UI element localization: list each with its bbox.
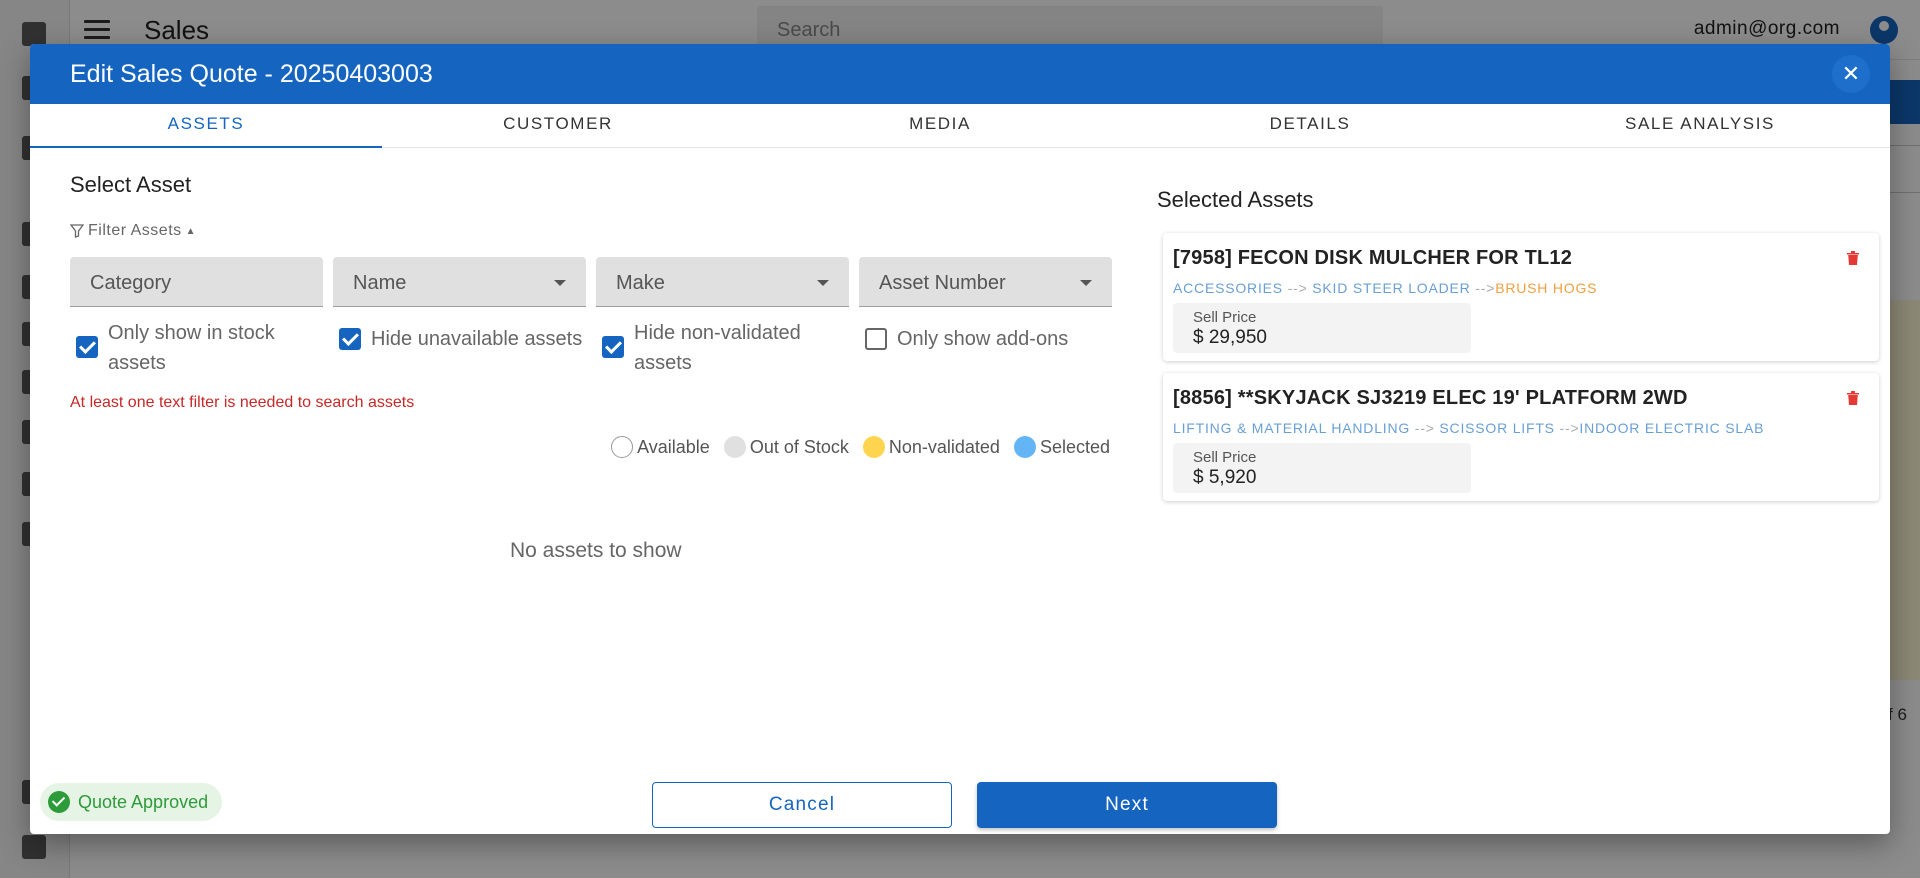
tab-assets[interactable]: ASSETS — [30, 104, 382, 148]
tab-media[interactable]: MEDIA — [770, 104, 1110, 148]
crumb: ACCESSORIES — [1173, 280, 1283, 296]
crumb: SCISSOR LIFTS — [1439, 420, 1555, 436]
selected-asset-card[interactable]: [8856] **SKYJACK SJ3219 ELEC 19' PLATFOR… — [1163, 373, 1879, 501]
checkbox-checked-icon[interactable] — [339, 328, 361, 350]
checkbox-label: Hide non-validated assets — [634, 322, 801, 374]
asset-category-breadcrumb: ACCESSORIES --> SKID STEER LOADER -->BRU… — [1173, 280, 1597, 296]
asset-category-breadcrumb: LIFTING & MATERIAL HANDLING --> SCISSOR … — [1173, 420, 1764, 436]
chevron-down-icon — [554, 280, 566, 286]
filter-assets-label: Filter Assets — [88, 222, 182, 239]
selected-dot-icon — [1013, 436, 1036, 458]
sell-price-label: Sell Price — [1193, 449, 1257, 466]
dialog-header: Edit Sales Quote - 20250403003 ✕ — [30, 44, 1890, 104]
selected-asset-card[interactable]: [7958] FECON DISK MULCHER FOR TL12 ACCES… — [1163, 233, 1879, 361]
name-select[interactable]: Name — [333, 257, 586, 307]
selected-assets-heading: Selected Assets — [1157, 187, 1314, 212]
category-label: Category — [90, 272, 172, 294]
make-label: Make — [616, 272, 665, 294]
filter-icon — [70, 224, 84, 238]
delete-icon[interactable] — [1847, 251, 1859, 265]
available-dot-icon — [611, 436, 634, 458]
non-validated-dot-icon — [862, 436, 885, 458]
legend-label: Available — [637, 436, 710, 457]
out-of-stock-dot-icon — [723, 436, 746, 458]
crumb-separator: --> — [1287, 280, 1308, 296]
tab-customer[interactable]: CUSTOMER — [382, 104, 734, 148]
edit-sales-quote-dialog: Edit Sales Quote - 20250403003 ✕ ASSETS … — [30, 44, 1890, 834]
checkbox-unchecked-icon[interactable] — [865, 328, 887, 350]
asset-title: [7958] FECON DISK MULCHER FOR TL12 — [1173, 247, 1573, 269]
name-label: Name — [353, 272, 407, 294]
tab-bar: ASSETS CUSTOMER MEDIA DETAILS SALE ANALY… — [30, 104, 1890, 148]
tab-sale-analysis[interactable]: SALE ANALYSIS — [1530, 104, 1870, 148]
next-button[interactable]: Next — [977, 782, 1277, 828]
asset-status-legend: Available Out of Stock Non-validated Sel… — [611, 436, 1110, 458]
only-add-ons-checkbox[interactable]: Only show add-ons — [865, 324, 1115, 354]
legend-non-validated: Non-validated — [862, 436, 1000, 458]
checkbox-label: Only show add-ons — [897, 328, 1069, 350]
empty-state-text: No assets to show — [510, 539, 682, 562]
crumb-leaf: INDOOR ELECTRIC SLAB — [1579, 420, 1765, 436]
sell-price-field[interactable]: Sell Price $ 5,920 — [1173, 443, 1471, 493]
only-in-stock-checkbox[interactable]: Only show in stock assets — [76, 318, 316, 378]
checkbox-checked-icon[interactable] — [76, 336, 98, 358]
dialog-title: Edit Sales Quote - 20250403003 — [70, 60, 433, 88]
legend-label: Non-validated — [888, 436, 1000, 457]
delete-icon[interactable] — [1847, 391, 1859, 405]
legend-label: Selected — [1039, 436, 1110, 457]
sell-price-value: $ 29,950 — [1193, 327, 1267, 348]
chevron-down-icon — [817, 280, 829, 286]
legend-label: Out of Stock — [749, 436, 849, 457]
sell-price-label: Sell Price — [1193, 309, 1257, 326]
close-icon[interactable]: ✕ — [1832, 55, 1870, 93]
cancel-button[interactable]: Cancel — [652, 782, 952, 828]
filter-error-message: At least one text filter is needed to se… — [70, 394, 415, 411]
caret-up-icon: ▲ — [185, 225, 197, 237]
sell-price-field[interactable]: Sell Price $ 29,950 — [1173, 303, 1471, 353]
crumb-separator: --> — [1414, 420, 1435, 436]
legend-available: Available — [611, 436, 710, 458]
hide-non-validated-checkbox[interactable]: Hide non-validated assets — [602, 318, 832, 378]
crumb-separator: --> — [1559, 420, 1580, 436]
select-asset-heading: Select Asset — [70, 172, 192, 197]
sell-price-value: $ 5,920 — [1193, 467, 1257, 488]
chevron-down-icon — [1080, 280, 1092, 286]
asset-number-label: Asset Number — [879, 272, 1006, 294]
status-label: Quote Approved — [78, 791, 209, 812]
checkbox-label: Hide unavailable assets — [371, 328, 583, 350]
check-circle-icon — [48, 791, 70, 813]
crumb-separator: --> — [1475, 280, 1496, 296]
crumb-leaf: BRUSH HOGS — [1495, 280, 1598, 296]
checkbox-label: Only show in stock assets — [108, 322, 275, 374]
legend-out-of-stock: Out of Stock — [723, 436, 849, 458]
legend-selected: Selected — [1013, 436, 1110, 458]
hide-unavailable-checkbox[interactable]: Hide unavailable assets — [339, 324, 599, 354]
tab-details[interactable]: DETAILS — [1140, 104, 1480, 148]
make-select[interactable]: Make — [596, 257, 849, 307]
asset-title: [8856] **SKYJACK SJ3219 ELEC 19' PLATFOR… — [1173, 387, 1688, 409]
checkbox-checked-icon[interactable] — [602, 336, 624, 358]
crumb: LIFTING & MATERIAL HANDLING — [1173, 420, 1411, 436]
asset-number-select[interactable]: Asset Number — [859, 257, 1112, 307]
crumb: SKID STEER LOADER — [1312, 280, 1471, 296]
filter-assets-toggle[interactable]: Filter Assets ▲ — [70, 222, 196, 240]
category-field[interactable]: Category — [70, 257, 323, 307]
status-badge: Quote Approved — [40, 783, 223, 821]
